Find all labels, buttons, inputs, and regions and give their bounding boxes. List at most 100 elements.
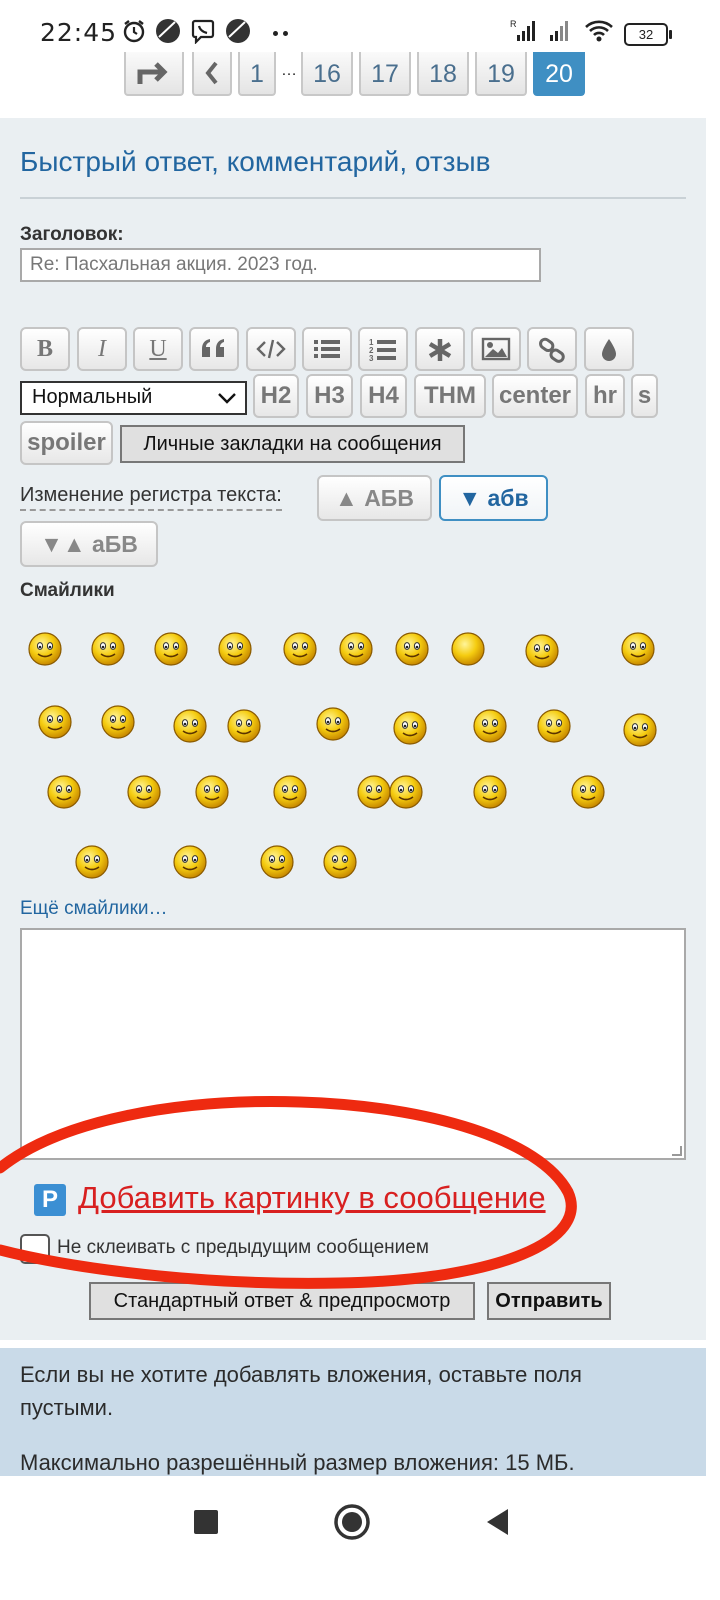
add-picture-link[interactable]: Добавить картинку в сообщение <box>78 1180 546 1216</box>
page-link[interactable]: 16 <box>301 52 353 96</box>
home-button[interactable] <box>333 1503 371 1541</box>
h2-button[interactable]: H2 <box>253 374 299 418</box>
no-merge-checkbox[interactable] <box>20 1234 50 1264</box>
attachments-info: Если вы не хотите добавлять вложения, ос… <box>0 1348 706 1476</box>
more-dots-icon <box>283 31 288 36</box>
smiley-icon[interactable] <box>98 702 138 742</box>
smiley-icon[interactable] <box>35 702 75 742</box>
list-button[interactable] <box>302 327 352 371</box>
togglecase-button[interactable]: ▼▲ аБВ <box>20 521 158 567</box>
smiley-icon[interactable] <box>224 706 264 746</box>
quote-button[interactable] <box>189 327 239 371</box>
h4-button[interactable]: H4 <box>360 374 407 418</box>
back-button[interactable] <box>484 1507 510 1537</box>
submit-button[interactable]: Отправить <box>487 1282 611 1320</box>
uppercase-button[interactable]: ▲ АБВ <box>317 475 432 521</box>
numbered-list-button[interactable]: 123 <box>358 327 408 371</box>
smiley-icon[interactable] <box>72 842 112 882</box>
code-button[interactable] <box>246 327 296 371</box>
alarm-icon <box>123 20 145 43</box>
smiley-icon[interactable] <box>336 629 376 669</box>
smiley-icon[interactable] <box>522 631 562 671</box>
underline-button[interactable]: U <box>133 327 183 371</box>
code-icon <box>256 339 286 359</box>
preview-button[interactable]: Стандартный ответ & предпросмотр <box>89 1282 475 1320</box>
lowercase-button[interactable]: ▼ абв <box>439 475 548 521</box>
signal-icon <box>550 21 568 41</box>
list-icon <box>314 340 340 358</box>
resize-handle[interactable] <box>672 1146 682 1156</box>
smilies-label: Смайлики <box>20 580 115 601</box>
page-link[interactable]: 1 <box>238 52 276 96</box>
info-text: Если вы не хотите добавлять вложения, ос… <box>20 1362 582 1420</box>
font-size-select[interactable]: Нормальный <box>20 381 247 415</box>
svg-text:3: 3 <box>369 354 374 363</box>
spoiler-button[interactable]: spoiler <box>20 421 113 465</box>
numbered-list-icon: 123 <box>369 338 396 363</box>
smiley-icon[interactable] <box>151 629 191 669</box>
prev-page-button[interactable] <box>192 52 232 96</box>
smiley-icon[interactable] <box>392 629 432 669</box>
link-button[interactable] <box>527 327 577 371</box>
asterisk-icon <box>428 339 452 361</box>
page-link[interactable]: 18 <box>417 52 469 96</box>
asterisk-button[interactable] <box>415 327 465 371</box>
info-text: Максимально разрешённый размер вложения:… <box>20 1450 575 1475</box>
smiley-icon[interactable] <box>568 772 608 812</box>
smiley-icon[interactable] <box>88 629 128 669</box>
smiley-icon[interactable] <box>170 842 210 882</box>
system-nav-bar <box>0 1476 720 1600</box>
more-smilies-link[interactable]: Ещё смайлики… <box>20 898 168 920</box>
smiley-icon[interactable] <box>320 842 360 882</box>
signal-icon: R <box>510 19 535 41</box>
smiley-icon[interactable] <box>124 772 164 812</box>
color-drop-icon <box>602 339 616 361</box>
page-title: Быстрый ответ, комментарий, отзыв <box>20 146 491 177</box>
strike-button[interactable]: s <box>631 374 658 418</box>
smiley-icon[interactable] <box>470 706 510 746</box>
smiley-icon[interactable] <box>470 772 510 812</box>
smiley-icon[interactable] <box>257 842 297 882</box>
subject-input[interactable]: Re: Пасхальная акция. 2023 год. <box>20 248 541 282</box>
smiley-icon[interactable] <box>534 706 574 746</box>
bold-button[interactable]: B <box>20 327 70 371</box>
no-merge-label: Не склеивать с предыдущим сообщением <box>57 1237 429 1258</box>
smiley-icon[interactable] <box>170 706 210 746</box>
center-button[interactable]: center <box>492 374 578 418</box>
forward-icon[interactable] <box>124 52 184 96</box>
hr-button[interactable]: hr <box>585 374 625 418</box>
smiley-icon[interactable] <box>192 772 232 812</box>
smiley-icon[interactable] <box>44 772 84 812</box>
color-button[interactable] <box>584 327 634 371</box>
smiley-icon[interactable] <box>386 772 426 812</box>
bookmarks-button[interactable]: Личные закладки на сообщения <box>120 425 465 463</box>
font-size-select-value: Нормальный <box>32 386 153 408</box>
smiley-icon[interactable] <box>390 708 430 748</box>
page-link[interactable]: 17 <box>359 52 411 96</box>
picture-host-icon[interactable]: P <box>34 1184 66 1216</box>
smiley-icon[interactable] <box>618 629 658 669</box>
page-link[interactable]: 19 <box>475 52 527 96</box>
smiley-icon[interactable] <box>448 629 488 669</box>
quote-icon <box>202 339 224 357</box>
message-textarea[interactable] <box>20 928 686 1160</box>
smiley-icon[interactable] <box>620 710 660 750</box>
smiley-icon[interactable] <box>280 629 320 669</box>
smiley-icon[interactable] <box>215 629 255 669</box>
smiley-icon[interactable] <box>25 629 65 669</box>
italic-button[interactable]: I <box>77 327 127 371</box>
more-dots-icon <box>273 31 278 36</box>
subject-label: Заголовок: <box>20 224 124 245</box>
smiley-icon[interactable] <box>270 772 310 812</box>
divider <box>20 197 686 199</box>
app-icon <box>156 19 180 43</box>
current-page[interactable]: 20 <box>533 52 585 96</box>
recent-apps-button[interactable] <box>194 1510 218 1534</box>
wifi-icon <box>585 20 613 42</box>
thm-button[interactable]: THM <box>414 374 486 418</box>
image-button[interactable] <box>471 327 521 371</box>
smiley-icon[interactable] <box>313 704 353 744</box>
status-bar: 22:45 R 32 <box>0 0 720 60</box>
h3-button[interactable]: H3 <box>306 374 353 418</box>
case-change-label: Изменение регистра текста: <box>20 484 282 511</box>
